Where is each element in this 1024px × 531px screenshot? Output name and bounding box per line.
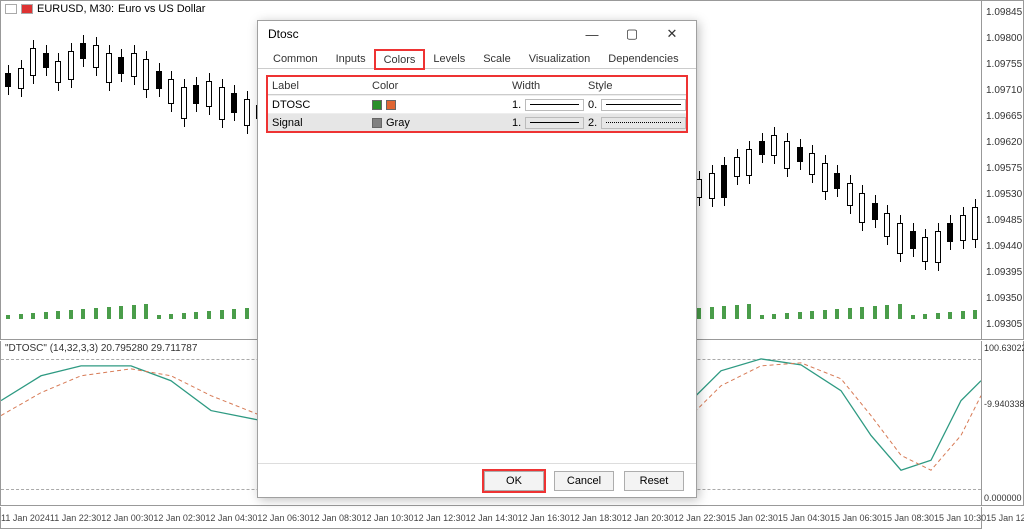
minimize-button[interactable]: — [572, 23, 612, 45]
axis-label: 100.630224 [984, 343, 1024, 353]
time-tick: 15 Jan 06:30 [830, 513, 882, 523]
cancel-button[interactable]: Cancel [554, 471, 614, 491]
time-tick: 12 Jan 16:30 [518, 513, 570, 523]
price-tick: 1.09620 [986, 137, 1022, 148]
time-tick: 12 Jan 08:30 [309, 513, 361, 523]
tab-levels[interactable]: Levels [424, 49, 474, 68]
time-axis: 11 Jan 202411 Jan 22:3012 Jan 00:3012 Ja… [0, 507, 982, 529]
price-tick: 1.09530 [986, 189, 1022, 200]
axis-label: 0.000000 [984, 493, 1022, 503]
style-preview[interactable] [601, 117, 686, 129]
tab-visualization[interactable]: Visualization [520, 49, 600, 68]
color-swatch-icon[interactable] [386, 100, 396, 110]
style-value: 0. [588, 99, 597, 111]
price-tick: 1.09305 [986, 319, 1022, 330]
header-width: Width [508, 80, 584, 92]
time-tick: 12 Jan 14:30 [466, 513, 518, 523]
tab-scale[interactable]: Scale [474, 49, 520, 68]
dialog-titlebar[interactable]: Dtosc — ▢ ✕ [258, 21, 696, 47]
style-value: 2. [588, 117, 597, 129]
dialog-title: Dtosc [262, 27, 572, 41]
header-color: Color [368, 80, 508, 92]
time-tick: 15 Jan 04:30 [778, 513, 830, 523]
tab-content-colors: Label Color Width Style DTOSC 1. 0. [258, 69, 696, 463]
width-preview[interactable] [525, 99, 584, 111]
color-grid: Label Color Width Style DTOSC 1. 0. [266, 75, 688, 133]
time-tick: 12 Jan 06:30 [257, 513, 309, 523]
time-tick: 12 Jan 02:30 [153, 513, 205, 523]
grid-header: Label Color Width Style [268, 77, 686, 95]
time-tick: 12 Jan 12:30 [414, 513, 466, 523]
time-tick: 12 Jan 04:30 [205, 513, 257, 523]
maximize-button[interactable]: ▢ [612, 23, 652, 45]
ok-button[interactable]: OK [484, 471, 544, 491]
time-tick: 12 Jan 20:30 [622, 513, 674, 523]
time-tick: 15 Jan 02:30 [726, 513, 778, 523]
color-name: Gray [386, 117, 410, 129]
width-value: 1. [512, 99, 521, 111]
time-tick: 12 Jan 18:30 [570, 513, 622, 523]
time-tick: 11 Jan 22:30 [50, 513, 101, 523]
price-tick: 1.09800 [986, 33, 1022, 44]
close-button[interactable]: ✕ [652, 23, 692, 45]
time-tick: 12 Jan 22:30 [674, 513, 726, 523]
price-tick: 1.09395 [986, 267, 1022, 278]
time-tick: 15 Jan 12:30 [986, 513, 1024, 523]
indicator-properties-dialog: Dtosc — ▢ ✕ Common Inputs Colors Levels … [257, 20, 697, 498]
tab-inputs[interactable]: Inputs [327, 49, 375, 68]
grid-row-signal[interactable]: Signal Gray 1. 2. [268, 113, 686, 131]
width-value: 1. [512, 117, 521, 129]
time-tick: 12 Jan 00:30 [101, 513, 153, 523]
tab-common[interactable]: Common [264, 49, 327, 68]
time-tick: 12 Jan 10:30 [362, 513, 414, 523]
axis-label: -9.940338 [984, 399, 1024, 409]
indicator-axis: 100.630224 -9.940338 0.000000 [982, 341, 1024, 506]
color-swatch-icon[interactable] [372, 118, 382, 128]
price-tick: 1.09350 [986, 293, 1022, 304]
time-tick: 11 Jan 2024 [1, 513, 50, 523]
dialog-button-bar: OK Cancel Reset [258, 463, 696, 497]
price-tick: 1.09440 [986, 241, 1022, 252]
row-label: Signal [272, 117, 303, 129]
header-style: Style [584, 80, 686, 92]
row-label: DTOSC [272, 99, 310, 111]
price-tick: 1.09710 [986, 85, 1022, 96]
header-label: Label [268, 80, 368, 92]
time-tick: 15 Jan 08:30 [882, 513, 934, 523]
price-tick: 1.09485 [986, 215, 1022, 226]
width-preview[interactable] [525, 117, 584, 129]
price-tick: 1.09755 [986, 59, 1022, 70]
tab-colors[interactable]: Colors [375, 50, 425, 69]
color-swatch-icon[interactable] [372, 100, 382, 110]
price-axis: 1.09845 1.09800 1.09755 1.09710 1.09665 1.096… [982, 0, 1024, 340]
price-tick: 1.09845 [986, 7, 1022, 18]
reset-button[interactable]: Reset [624, 471, 684, 491]
price-tick: 1.09665 [986, 111, 1022, 122]
tab-dependencies[interactable]: Dependencies [599, 49, 687, 68]
price-tick: 1.09575 [986, 163, 1022, 174]
grid-row-dtosc[interactable]: DTOSC 1. 0. [268, 95, 686, 113]
tab-bar: Common Inputs Colors Levels Scale Visual… [258, 47, 696, 69]
time-tick: 15 Jan 10:30 [934, 513, 986, 523]
style-preview[interactable] [601, 99, 686, 111]
